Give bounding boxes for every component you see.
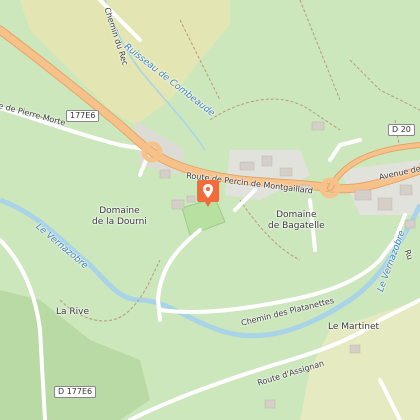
map-canvas <box>0 0 420 420</box>
marker-shape <box>197 180 219 207</box>
map-pin-icon[interactable] <box>197 180 219 208</box>
place-domaine-bagatelle: Domaine de Bagatelle <box>268 210 325 232</box>
map-view[interactable]: Chemin du Rec Ruisseau de Combeaude e de… <box>0 0 420 420</box>
place-name-line2: de la Dourni <box>92 217 147 227</box>
place-name-line2: de Bagatelle <box>268 221 325 231</box>
road-shield-d177e6-bottom: D 177E6 <box>54 386 97 398</box>
place-domaine-dourni: Domaine de la Dourni <box>92 206 147 228</box>
place-name-line1: Domaine <box>276 210 317 220</box>
place-name-line1: Domaine <box>99 206 140 216</box>
place-le-martinet: Le Martinet <box>328 322 380 332</box>
place-la-rive: La Rive <box>56 307 90 317</box>
road-shield-d20: D 20 <box>388 124 415 136</box>
road-shield-d177e6: 177E6 <box>66 110 100 122</box>
